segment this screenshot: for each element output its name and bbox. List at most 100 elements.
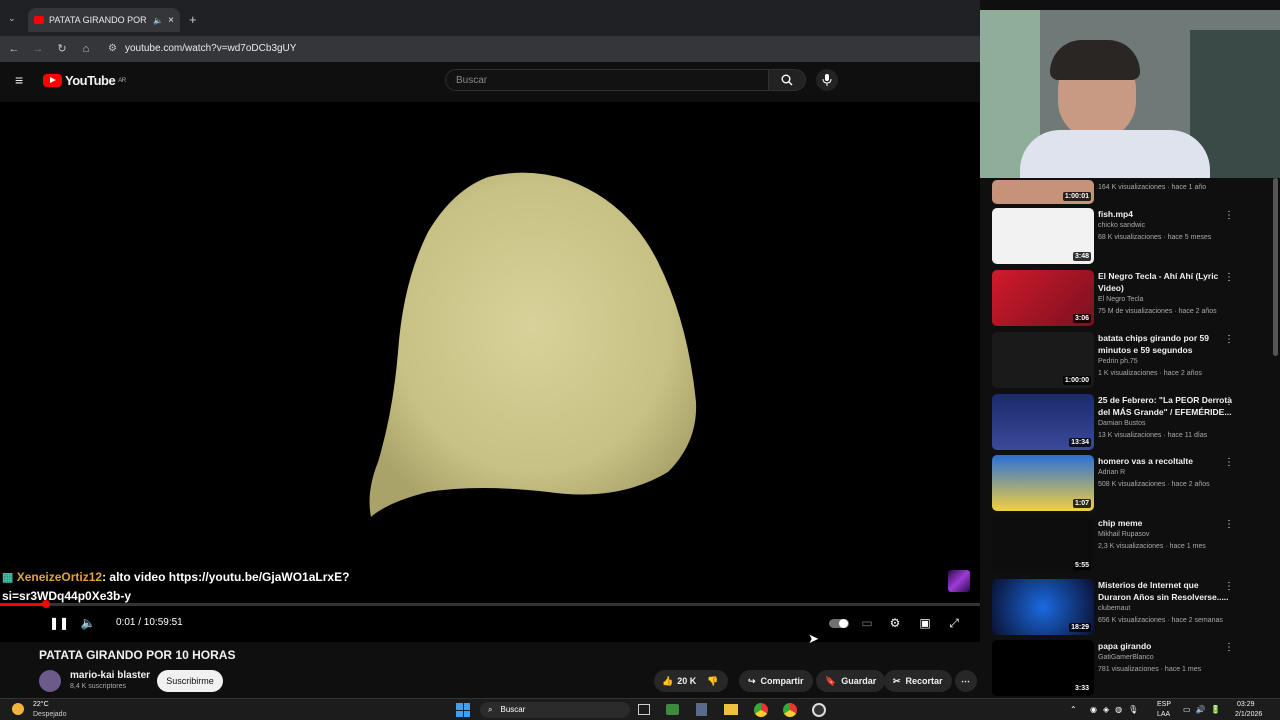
scrubber-handle[interactable] — [42, 600, 50, 608]
more-options-icon[interactable]: ⋮ — [1224, 210, 1234, 221]
app-icon[interactable] — [666, 704, 679, 715]
sidebar-video-title[interactable]: El Negro Tecla - Ahí Ahí (Lyric Video) — [1098, 270, 1234, 294]
audio-icon[interactable]: 🔈 — [153, 16, 163, 25]
dislike-button[interactable]: 👎 — [707, 676, 718, 687]
browser-tab[interactable]: PATATA GIRANDO POR 10 H 🔈 × — [28, 8, 180, 32]
menu-icon[interactable]: ≡ — [15, 72, 23, 88]
sidebar-video-title[interactable]: 25 de Febrero: "La PEOR Derrota del MÁS … — [1098, 394, 1234, 418]
weather-temp[interactable]: 22°C — [33, 701, 49, 708]
volume-icon[interactable]: 🔈 — [79, 614, 97, 632]
taskbar-search-label: Buscar — [500, 705, 526, 714]
channel-name[interactable]: mario-kai blaster — [70, 670, 150, 681]
clip-button[interactable]: ✂ Recortar — [884, 670, 952, 692]
video-thumbnail[interactable]: 5:55 — [992, 517, 1094, 573]
fullscreen-icon[interactable]: ⤢ — [945, 614, 963, 632]
sidebar-channel-name[interactable]: El Negro Tecla — [1098, 294, 1143, 306]
sidebar-channel-name[interactable]: Damian Bustos — [1098, 418, 1145, 430]
more-options-icon[interactable]: ⋮ — [1224, 334, 1234, 345]
sidebar-video-item[interactable]: 1:07 homero vas a recoltalte Adrian R 508 K… — [992, 455, 1262, 513]
sidebar-video-title[interactable]: fish.mp4 — [1098, 208, 1234, 220]
sidebar-channel-name[interactable]: Adrian R — [1098, 467, 1125, 479]
home-icon[interactable]: ⌂ — [78, 41, 94, 57]
tab-list-icon[interactable]: ⌄ — [8, 13, 16, 24]
more-options-icon[interactable]: ⋮ — [1224, 396, 1234, 407]
video-thumbnail[interactable]: 18:29 — [992, 579, 1094, 635]
sidebar-video-item[interactable]: 3:48 fish.mp4 chicko sandwic 68 K visualiza… — [992, 208, 1262, 266]
video-thumbnail[interactable]: 13:34 — [992, 394, 1094, 450]
back-icon[interactable]: ← — [6, 41, 22, 57]
new-tab-icon[interactable]: + — [189, 12, 197, 27]
sidebar-channel-name[interactable]: Mikhail Rupasov — [1098, 529, 1149, 541]
save-button[interactable]: 🔖 Guardar — [816, 670, 886, 692]
video-thumbnail[interactable]: 1:00:01 — [992, 180, 1094, 204]
logo-text: YouTube — [65, 73, 116, 88]
sidebar-video-item[interactable]: 18:29 Misterios de Internet que Duraron A… — [992, 579, 1262, 637]
sidebar-channel-name[interactable]: chicko sandwic — [1098, 220, 1145, 232]
video-thumbnail[interactable]: 3:33 — [992, 640, 1094, 696]
system-tray-icons[interactable]: ▭🔊🔋 — [1183, 702, 1225, 718]
progress-bar[interactable] — [0, 603, 980, 606]
keyboard-layout: LAA — [1157, 711, 1171, 718]
chrome-profile-icon[interactable] — [783, 703, 797, 717]
reload-icon[interactable]: ↻ — [54, 41, 70, 57]
video-duration: 18:29 — [1069, 623, 1091, 632]
tray-chevron-icon[interactable]: ⌃ — [1070, 702, 1077, 718]
more-options-icon[interactable]: ⋮ — [1224, 272, 1234, 283]
autoplay-toggle[interactable] — [829, 619, 849, 628]
file-explorer-icon[interactable] — [724, 704, 738, 715]
like-button[interactable]: 👍 20 K — [662, 676, 696, 687]
sidebar-video-title[interactable]: papa girando — [1098, 640, 1234, 652]
video-thumbnail[interactable]: 3:48 — [992, 208, 1094, 264]
channel-avatar[interactable] — [39, 670, 61, 692]
pause-icon[interactable]: ❚❚ — [49, 614, 69, 632]
site-info-icon[interactable]: ⚙ — [108, 41, 117, 57]
language-code[interactable]: ESP — [1157, 701, 1171, 708]
url-field[interactable]: ⚙ youtube.com/watch?v=wd7oDCb3gUY — [108, 41, 968, 57]
more-options-icon[interactable]: ⋮ — [1224, 457, 1234, 468]
tray-icons[interactable]: ◉◈◍🎙 — [1090, 702, 1144, 718]
calculator-icon[interactable] — [696, 703, 707, 716]
more-actions-button[interactable]: ⋯ — [955, 670, 977, 692]
sidebar-video-title[interactable]: chip meme — [1098, 517, 1234, 529]
subtitles-icon[interactable]: ▭ — [858, 614, 876, 632]
video-thumbnail[interactable]: 3:06 — [992, 270, 1094, 326]
task-view-icon[interactable] — [638, 704, 650, 715]
sidebar-video-title[interactable]: Misterios de Internet que Duraron Años s… — [1098, 579, 1234, 603]
chrome-icon[interactable] — [754, 703, 768, 717]
voice-search-button[interactable] — [816, 69, 838, 91]
sidebar-video-item[interactable]: 3:33 papa girando GatiGamerBlanco 781 visua… — [992, 640, 1262, 698]
taskbar-search[interactable]: ⌕ Buscar — [480, 702, 630, 718]
sidebar-channel-name[interactable]: GatiGamerBlanco — [1098, 652, 1154, 664]
time-display: 0:01 / 10:59:51 — [116, 617, 183, 628]
video-thumbnail[interactable]: 1:07 — [992, 455, 1094, 511]
sidebar-channel-name[interactable]: Pedrin ph.75 — [1098, 356, 1138, 368]
subscribe-button[interactable]: Suscribirme — [157, 670, 223, 692]
close-tab-icon[interactable]: × — [168, 15, 174, 26]
clock-time[interactable]: 03:29 — [1237, 701, 1255, 708]
sidebar-channel-name[interactable]: clubemaut — [1098, 603, 1130, 615]
more-options-icon[interactable]: ⋮ — [1224, 519, 1234, 530]
sidebar-video-item[interactable]: 1:00:00 batata chips girando por 59 minut… — [992, 332, 1262, 390]
sidebar-video-item[interactable]: 1:00:01 164 K visualizaciones · hace 1 añ… — [992, 180, 1262, 204]
share-button[interactable]: ↪ Compartir — [739, 670, 813, 692]
sidebar-video-meta: 13 K visualizaciones · hace 11 días — [1098, 432, 1208, 439]
sidebar-video-meta: 656 K visualizaciones · hace 2 semanas — [1098, 617, 1223, 624]
sidebar-scrollbar[interactable] — [1273, 178, 1278, 356]
video-thumbnail[interactable]: 1:00:00 — [992, 332, 1094, 388]
more-options-icon[interactable]: ⋮ — [1224, 581, 1234, 592]
sidebar-video-item[interactable]: 5:55 chip meme Mikhail Rupasov 2,3 K visual… — [992, 517, 1262, 575]
theater-mode-icon[interactable]: ▣ — [916, 614, 934, 632]
sidebar-video-title[interactable]: batata chips girando por 59 minutos e 59… — [1098, 332, 1234, 356]
start-button[interactable] — [456, 703, 470, 717]
settings-icon[interactable]: ⚙ — [886, 614, 904, 632]
sidebar-video-title[interactable]: homero vas a recoltalte — [1098, 455, 1234, 467]
obs-icon[interactable] — [812, 703, 826, 717]
share-icon: ↪ — [748, 675, 756, 686]
youtube-logo[interactable]: YouTube AR — [43, 73, 126, 88]
search-button[interactable] — [768, 69, 806, 91]
more-options-icon[interactable]: ⋮ — [1224, 642, 1234, 653]
search-input[interactable]: Buscar — [445, 69, 769, 91]
forward-icon[interactable]: → — [30, 41, 46, 57]
sidebar-video-item[interactable]: 3:06 El Negro Tecla - Ahí Ahí (Lyric Vide… — [992, 270, 1262, 328]
sidebar-video-item[interactable]: 13:34 25 de Febrero: "La PEOR Derrota del… — [992, 394, 1262, 452]
